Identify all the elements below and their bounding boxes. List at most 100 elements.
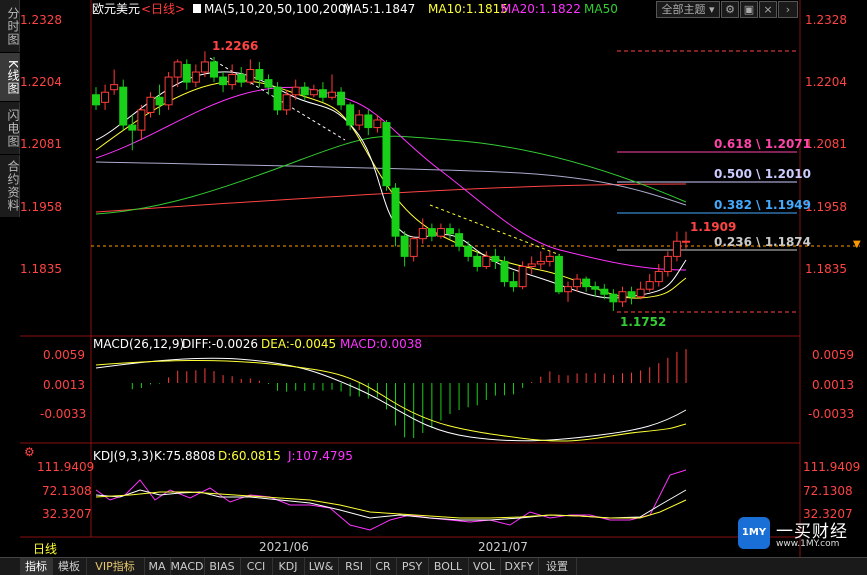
candle-body	[182, 63, 191, 83]
indicator-tab-cr[interactable]: CR	[370, 558, 397, 575]
indicator-tab-ma[interactable]: MA	[144, 558, 171, 575]
candle-body	[101, 91, 110, 103]
indicator-tab-[interactable]: 指标	[20, 558, 53, 575]
macd-title: MACD(26,12,9)	[93, 337, 184, 351]
indicator-tab-vip[interactable]: VIP指标	[86, 558, 145, 575]
candle-body	[627, 291, 636, 298]
side-tab-kline[interactable]: K线图	[0, 53, 20, 101]
price-tick-left: 1.2204	[20, 75, 62, 89]
indicator-tab-bar: 指标 模板 VIP指标 MA MACD BIAS CCI KDJ LW& RSI CR PSY BOLL…	[0, 557, 867, 575]
side-tab-label: 分时图	[6, 6, 20, 46]
indicator-tab-psy[interactable]: PSY	[396, 558, 429, 575]
candle-body	[237, 74, 246, 83]
high-annotation: 1.2266	[212, 39, 258, 53]
last-high-annotation: 1.1909	[690, 220, 736, 234]
candle-body	[582, 278, 591, 288]
price-tick-left: 1.1958	[20, 200, 62, 214]
date-tick: 2021/06	[259, 540, 309, 554]
kdj-j: J:107.4795	[287, 449, 353, 463]
candle-body	[564, 286, 572, 293]
macd-tick-left: 0.0059	[43, 348, 85, 362]
indicator-tab-dxfy[interactable]: DXFY	[500, 558, 539, 575]
candle-body	[636, 288, 645, 298]
macd-tick-left: -0.0033	[40, 407, 86, 421]
indicator-tab-vol[interactable]: VOL	[468, 558, 501, 575]
indicator-tab-lw[interactable]: LW&	[304, 558, 339, 575]
side-tab-contract-info[interactable]: 合约资料	[0, 155, 20, 217]
macd-tick-right: -0.0033	[808, 407, 854, 421]
logo-url: www.1MY.com	[776, 539, 840, 549]
candle-body	[573, 278, 582, 288]
kdj-tick-right: 111.9409	[803, 460, 860, 474]
candle-body	[554, 255, 563, 293]
chart-canvas[interactable]: 1.2328 1.2204 1.2081 1.1958 1.1835 1.232…	[0, 0, 867, 557]
candle-body	[591, 286, 600, 290]
indicator-tab-cci[interactable]: CCI	[240, 558, 273, 575]
candle-body	[518, 265, 527, 288]
side-tab-flash[interactable]: 闪电图	[0, 102, 20, 154]
more-button[interactable]: ›	[778, 1, 798, 18]
theme-select-label: 全部主题	[661, 3, 706, 16]
candle-body	[663, 255, 672, 273]
kdj-tick-right: 72.1308	[803, 484, 853, 498]
toggle-button[interactable]: ▣	[740, 1, 758, 18]
candle-body	[110, 84, 119, 91]
indicator-tab-macd[interactable]: MACD	[170, 558, 205, 575]
logo: 1MY 一买财经 www.1MY.com	[738, 517, 858, 551]
candle-body	[382, 122, 391, 187]
candle-body	[609, 293, 618, 303]
indicator-tab-rsi[interactable]: RSI	[338, 558, 371, 575]
theme-select-button[interactable]: 全部主题 ▾	[656, 1, 720, 18]
candle-body	[355, 114, 364, 126]
candle-body	[137, 109, 146, 131]
kdj-settings-icon[interactable]: ⚙	[24, 445, 35, 459]
price-tick-right: 1.2081	[805, 137, 847, 151]
fib-label-236: 0.236 \ 1.1874	[714, 235, 811, 249]
period-tab-label[interactable]: 日线	[33, 542, 57, 556]
macd-legend: MACD(26,12,9) DIFF:-0.0026 DEA:-0.0045 M…	[93, 337, 422, 351]
indicator-tab-boll[interactable]: BOLL	[428, 558, 469, 575]
current-price-marker-icon: ▼	[853, 239, 861, 250]
candle-body	[119, 86, 128, 126]
indicator-tab-[interactable]: 模板	[52, 558, 87, 575]
candle-body	[318, 89, 327, 98]
price-axis-right: 1.2328 1.2204 1.2081 1.1958 1.1835	[805, 13, 847, 276]
indicator-tab-kdj[interactable]: KDJ	[272, 558, 305, 575]
chevron-right-icon: ›	[785, 3, 791, 16]
candle-body	[446, 228, 454, 235]
candle-body	[282, 94, 291, 111]
gear-icon: ⚙	[725, 3, 735, 16]
logo-badge: 1MY	[738, 517, 770, 549]
candle-body	[373, 119, 382, 129]
candle-body	[600, 288, 609, 295]
candle-body	[545, 255, 554, 262]
candle-body	[536, 260, 545, 265]
macd-diff: DIFF:-0.0026	[182, 337, 258, 351]
side-tab-timeshare[interactable]: 分时图	[0, 0, 20, 52]
candle-body	[400, 235, 409, 257]
candle-body	[219, 76, 228, 86]
ma-title: MA(5,10,20,50,100,200)	[204, 2, 350, 16]
close-button[interactable]: ×	[759, 1, 777, 18]
kdj-k: K:75.8808	[154, 449, 216, 463]
candle-body	[645, 281, 654, 290]
macd-tick-right: 0.0059	[812, 348, 854, 362]
kdj-tick-left: 72.1308	[42, 484, 92, 498]
kdj-title: KDJ(9,3,3)	[93, 449, 154, 463]
candle-body	[509, 281, 518, 288]
candle-body	[436, 228, 445, 237]
price-tick-right: 1.1958	[805, 200, 847, 214]
settings-button[interactable]: ⚙	[721, 1, 739, 18]
ma10-value: MA10:1.1815	[428, 2, 508, 16]
fib-label-382: 0.382 \ 1.1949	[714, 198, 811, 212]
candle-body	[500, 260, 509, 283]
candle-body	[527, 263, 536, 267]
candle-body	[246, 68, 255, 83]
candle-body	[455, 233, 464, 247]
indicator-tab-[interactable]: 设置	[538, 558, 577, 575]
close-icon: ×	[763, 3, 773, 16]
price-tick-left: 1.1835	[20, 262, 62, 276]
price-tick-right: 1.1835	[805, 262, 847, 276]
candle-body	[672, 240, 681, 257]
indicator-tab-bias[interactable]: BIAS	[204, 558, 241, 575]
